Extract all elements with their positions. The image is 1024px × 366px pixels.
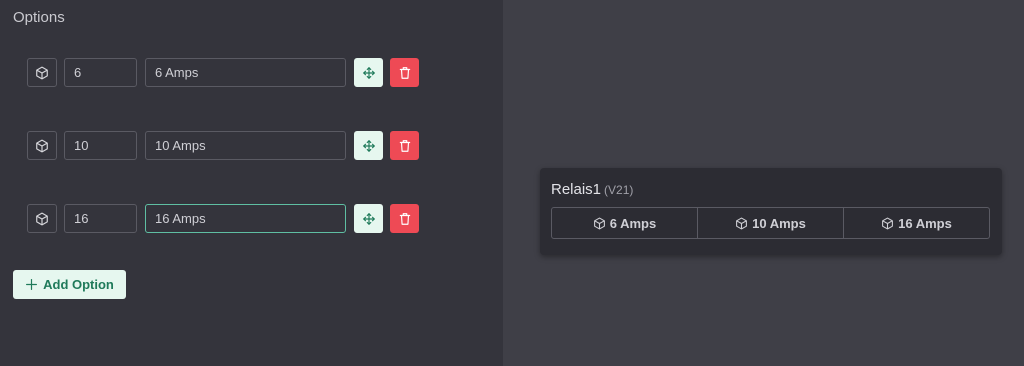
- option-label-input[interactable]: [145, 204, 346, 233]
- preview-title: Relais1 (V21): [551, 181, 633, 198]
- cube-icon: [36, 139, 48, 152]
- option-icon-box[interactable]: [27, 131, 57, 160]
- move-button[interactable]: [354, 58, 383, 87]
- cube-icon: [593, 217, 605, 229]
- move-icon: [362, 212, 375, 225]
- option-icon-box[interactable]: [27, 204, 57, 233]
- option-label-input[interactable]: [145, 58, 346, 87]
- move-icon: [362, 66, 375, 79]
- cube-icon: [36, 66, 48, 79]
- plus-icon: [26, 279, 38, 290]
- trash-icon: [399, 66, 410, 79]
- cube-icon: [36, 212, 48, 225]
- cube-icon: [736, 217, 748, 229]
- segment-option[interactable]: 6 Amps: [552, 208, 698, 238]
- preview-card: Relais1 (V21) 6 Amps 10 Amps 16 Amps: [540, 168, 1002, 255]
- option-row: [27, 204, 419, 233]
- delete-button[interactable]: [390, 131, 419, 160]
- segment-label: 6 Amps: [609, 215, 657, 231]
- segment-label: 10 Amps: [752, 215, 806, 231]
- preview-name: Relais1: [551, 181, 602, 198]
- move-icon: [362, 139, 375, 152]
- segment-option[interactable]: 10 Amps: [698, 208, 844, 238]
- option-value-input[interactable]: [64, 58, 137, 87]
- option-row: [27, 58, 419, 87]
- option-value-input[interactable]: [64, 204, 137, 233]
- delete-button[interactable]: [390, 204, 419, 233]
- option-label-input[interactable]: [145, 131, 346, 160]
- add-option-button[interactable]: Add Option: [13, 270, 126, 299]
- segment-option[interactable]: 16 Amps: [844, 208, 989, 238]
- options-panel: Options 6 6 Amps 10 10 Amps 16 16 Amps A…: [0, 0, 503, 366]
- options-title: Options: [13, 9, 65, 26]
- move-button[interactable]: [354, 131, 383, 160]
- trash-icon: [399, 139, 410, 152]
- segment-label: 16 Amps: [898, 215, 952, 231]
- add-option-label: Add Option: [43, 277, 114, 292]
- segment-group: 6 Amps 10 Amps 16 Amps: [551, 207, 990, 239]
- option-icon-box[interactable]: [27, 58, 57, 87]
- trash-icon: [399, 212, 410, 225]
- option-value-input[interactable]: [64, 131, 137, 160]
- option-row: [27, 131, 419, 160]
- move-button[interactable]: [354, 204, 383, 233]
- cube-icon: [882, 217, 894, 229]
- delete-button[interactable]: [390, 58, 419, 87]
- preview-version: (V21): [604, 183, 634, 197]
